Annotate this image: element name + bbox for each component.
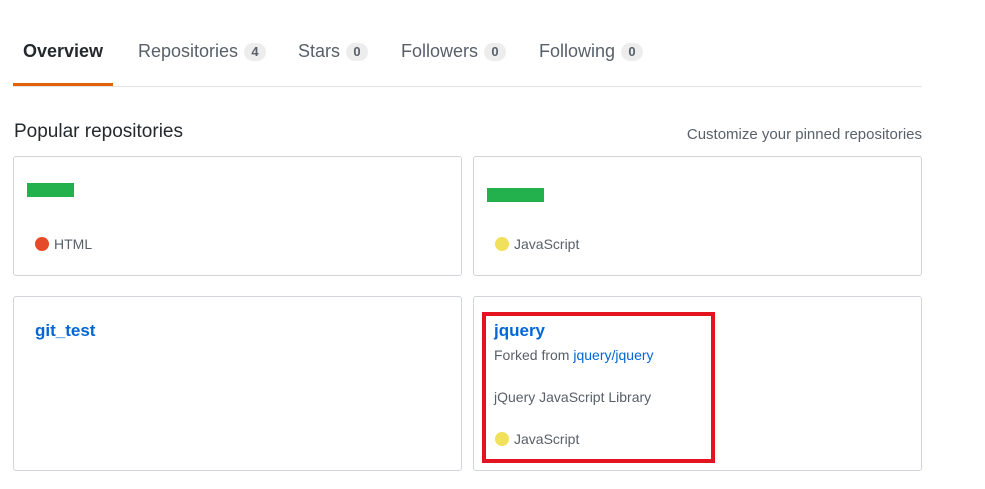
repo-name-link[interactable]: git_test xyxy=(35,321,95,341)
popular-repositories-heading: Popular repositories xyxy=(14,121,183,142)
following-count-badge: 0 xyxy=(621,43,644,61)
profile-tabs: Overview Repositories 4 Stars 0 Follower… xyxy=(13,30,922,87)
redacted-repo-name[interactable] xyxy=(487,188,544,202)
stars-count-badge: 0 xyxy=(346,43,369,61)
repo-card: git_test xyxy=(13,296,462,471)
tab-followers[interactable]: Followers 0 xyxy=(401,30,507,85)
tab-following[interactable]: Following 0 xyxy=(539,30,644,85)
forked-from-prefix: Forked from xyxy=(494,347,574,363)
repo-language: JavaScript xyxy=(495,431,579,447)
customize-pinned-link[interactable]: Customize your pinned repositories xyxy=(687,126,922,143)
repo-name-link[interactable]: jquery xyxy=(494,321,545,341)
tab-stars-label: Stars xyxy=(298,41,341,61)
language-name: HTML xyxy=(54,236,93,252)
repo-description: jQuery JavaScript Library xyxy=(494,389,652,405)
forked-from-line: Forked from jquery/jquery xyxy=(494,347,654,363)
language-color-dot xyxy=(495,237,509,251)
tab-following-label: Following xyxy=(539,41,616,61)
tab-stars[interactable]: Stars 0 xyxy=(298,30,369,85)
repo-language: JavaScript xyxy=(495,236,579,252)
language-name: JavaScript xyxy=(514,431,580,447)
profile-page: Overview Repositories 4 Stars 0 Follower… xyxy=(0,0,985,489)
tab-overview-label: Overview xyxy=(23,41,104,61)
repo-card: HTML xyxy=(13,156,462,276)
repo-language: HTML xyxy=(35,236,92,252)
repo-card: jquery Forked from jquery/jquery jQuery … xyxy=(473,296,922,471)
followers-count-badge: 0 xyxy=(484,43,507,61)
language-color-dot xyxy=(35,237,49,251)
repositories-count-badge: 4 xyxy=(244,43,267,61)
tab-overview[interactable]: Overview xyxy=(13,30,114,86)
language-name: JavaScript xyxy=(514,236,580,252)
forked-from-link[interactable]: jquery/jquery xyxy=(573,347,653,363)
tab-followers-label: Followers xyxy=(401,41,479,61)
redacted-repo-name[interactable] xyxy=(27,183,74,197)
tab-repositories[interactable]: Repositories 4 xyxy=(138,30,267,85)
repo-card: JavaScript xyxy=(473,156,922,276)
language-color-dot xyxy=(495,432,509,446)
tab-repositories-label: Repositories xyxy=(138,41,239,61)
